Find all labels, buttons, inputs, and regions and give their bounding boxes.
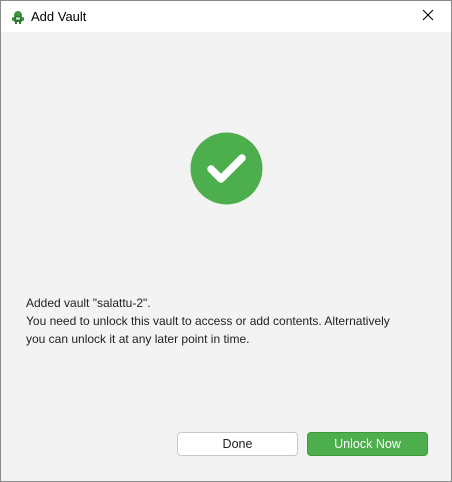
- cryptomator-robot-icon: [10, 9, 26, 25]
- unlock-now-button[interactable]: Unlock Now: [307, 432, 428, 456]
- close-icon: [422, 8, 434, 26]
- done-button[interactable]: Done: [177, 432, 298, 456]
- message-line-1: Added vault "salattu-2".: [26, 296, 151, 310]
- success-message: Added vault "salattu-2". You need to unl…: [26, 294, 426, 348]
- window-title: Add Vault: [31, 9, 87, 24]
- dialog-content: Added vault "salattu-2". You need to unl…: [1, 32, 451, 481]
- title-bar[interactable]: Add Vault: [1, 1, 451, 32]
- add-vault-window: Add Vault Added vault "salattu-2". You n…: [0, 0, 452, 482]
- checkmark-circle-icon: [190, 132, 263, 205]
- message-line-2: You need to unlock this vault to access …: [26, 314, 390, 328]
- message-line-3: you can unlock it at any later point in …: [26, 332, 250, 346]
- close-button[interactable]: [405, 1, 451, 32]
